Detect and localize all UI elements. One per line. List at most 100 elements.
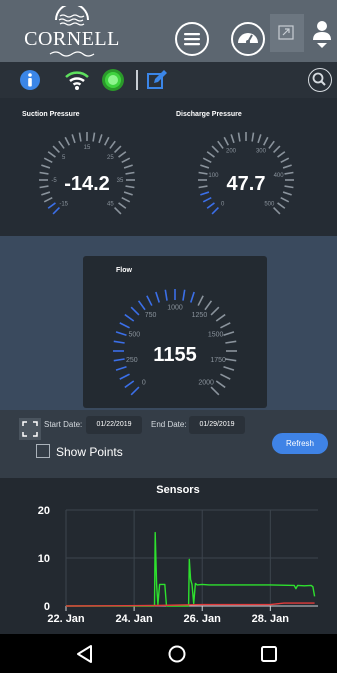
chart-y-tick-label: 10: [38, 553, 50, 565]
discharge-gauge-tick: [277, 202, 286, 209]
flow-gauge-tick: [115, 365, 127, 371]
flow-gauge-tick: [130, 386, 140, 396]
toolbar-divider: [136, 70, 138, 90]
suction-gauge-tick: [118, 202, 127, 209]
expand-button[interactable]: [270, 14, 304, 52]
discharge-gauge-tick: [257, 134, 262, 144]
recents-square-icon[interactable]: [260, 645, 278, 663]
flow-gauge-tick-label: 750: [145, 312, 157, 319]
suction-gauge-tick-label: 45: [107, 201, 114, 207]
suction-gauge-tick: [58, 140, 65, 149]
discharge-gauge-tick: [268, 140, 275, 149]
discharge-gauge-tick: [211, 207, 219, 215]
chart-x-tick-label: 28. Jan: [252, 613, 290, 625]
discharge-gauge-tick-label: 500: [264, 201, 275, 207]
discharge-gauge-tick: [273, 145, 281, 153]
app-header: CORNELL: [0, 0, 337, 62]
discharge-gauge-tick: [230, 134, 235, 144]
chart-series-line-0: [66, 531, 316, 607]
suction-gauge-tick: [64, 136, 71, 146]
flow-gauge-tick: [215, 380, 226, 389]
discharge-gauge-tick: [223, 136, 230, 146]
discharge-gauge-tick-label: 0: [221, 201, 225, 207]
discharge-gauge-tick: [273, 207, 281, 215]
end-date-field[interactable]: 01/29/2019: [189, 416, 245, 434]
flow-gauge-tick: [220, 373, 231, 380]
cornell-logo: CORNELL: [22, 6, 122, 58]
flow-gauge-tick: [137, 300, 146, 311]
gauge-title-discharge: Discharge Pressure: [176, 111, 242, 118]
chart-y-tick-label: 0: [44, 601, 50, 613]
suction-gauge-tick: [43, 196, 53, 203]
suction-gauge-tick: [123, 164, 133, 169]
flow-gauge-tick: [146, 295, 153, 306]
logo-underline-wave-icon: [49, 51, 95, 57]
flow-gauge-tick: [220, 322, 231, 329]
flow-gauge-tick-label: 500: [129, 332, 141, 339]
suction-gauge-tick: [114, 207, 122, 215]
suction-gauge-tick-label: 5: [62, 155, 66, 161]
chart-title: Sensors: [156, 484, 199, 496]
flow-gauge-tick: [210, 386, 220, 396]
search-icon: [312, 72, 326, 86]
suction-gauge-tick: [47, 202, 56, 209]
toolbar: [0, 62, 337, 98]
suction-gauge-tick: [92, 132, 96, 142]
start-date-field[interactable]: 01/22/2019: [86, 416, 142, 434]
flow-value: 1155: [153, 344, 197, 366]
edit-icon[interactable]: [146, 69, 168, 91]
wifi-icon[interactable]: [64, 69, 90, 91]
flow-gauge-tick-label: 0: [142, 380, 146, 387]
expand-icon: [278, 25, 294, 40]
chart-x-tick-label: 22. Jan: [47, 613, 85, 625]
discharge-gauge-tick: [262, 136, 269, 146]
flow-gauge-tick: [115, 331, 127, 337]
suction-gauge-tick: [43, 157, 53, 164]
end-date-label: End Date:: [151, 420, 187, 429]
discharge-gauge-tick: [206, 202, 215, 209]
info-icon[interactable]: [19, 69, 41, 91]
discharge-gauge-tick: [217, 140, 224, 149]
android-navigation-bar: [0, 634, 337, 673]
pressure-gauges-panel: Suction Pressure Discharge Pressure -15 -…: [0, 98, 337, 236]
suction-gauge-tick: [121, 196, 131, 203]
flow-gauge: 025050075010001250150017502000: [113, 289, 237, 396]
search-button[interactable]: [308, 68, 332, 92]
suction-gauge-tick: [98, 134, 103, 144]
dashboard-button[interactable]: [231, 22, 265, 56]
discharge-gauge-tick: [202, 196, 212, 203]
discharge-gauge-tick-label: 300: [256, 149, 267, 155]
flow-gauge-tick-label: 1000: [167, 304, 183, 311]
chart-y-tick-label: 20: [38, 505, 50, 517]
suction-gauge-tick: [103, 136, 110, 146]
suction-gauge-tick: [41, 164, 51, 169]
flow-gauge-tick: [223, 365, 235, 371]
suction-pressure-value: -14.2: [64, 173, 110, 195]
show-points-checkbox[interactable]: [36, 444, 50, 458]
discharge-pressure-value: 47.7: [226, 173, 266, 195]
suction-gauge-tick: [47, 151, 56, 158]
refresh-button[interactable]: Refresh: [272, 433, 328, 454]
suction-gauge-tick: [78, 132, 82, 142]
flow-gauge-tick: [215, 313, 226, 322]
discharge-gauge-tick: [282, 164, 292, 169]
start-date-label: Start Date:: [44, 420, 83, 429]
suction-gauge-tick: [118, 151, 127, 158]
flow-gauge-tick-label: 1500: [208, 332, 224, 339]
gauge-title-suction: Suction Pressure: [22, 111, 80, 118]
fullscreen-button[interactable]: [19, 418, 41, 440]
show-points-label: Show Points: [56, 445, 123, 459]
flow-gauge-tick: [164, 289, 168, 301]
chart-x-tick-label: 26. Jan: [184, 613, 222, 625]
user-menu-button[interactable]: [310, 18, 334, 50]
status-light-icon: [102, 69, 124, 91]
suction-gauge-tick: [121, 157, 131, 164]
menu-button[interactable]: [175, 22, 209, 56]
sensors-chart-section: Sensors 0 10 20 22. Jan 24. Jan 26. Jan 28. Jan: [0, 478, 337, 634]
flow-gauge-tick: [124, 380, 135, 389]
suction-gauge-tick-label: -15: [59, 201, 68, 207]
user-dropdown-icon: [313, 21, 331, 48]
discharge-gauge-tick-label: 200: [226, 149, 237, 155]
back-triangle-icon[interactable]: [76, 644, 94, 664]
home-circle-icon[interactable]: [167, 644, 187, 664]
